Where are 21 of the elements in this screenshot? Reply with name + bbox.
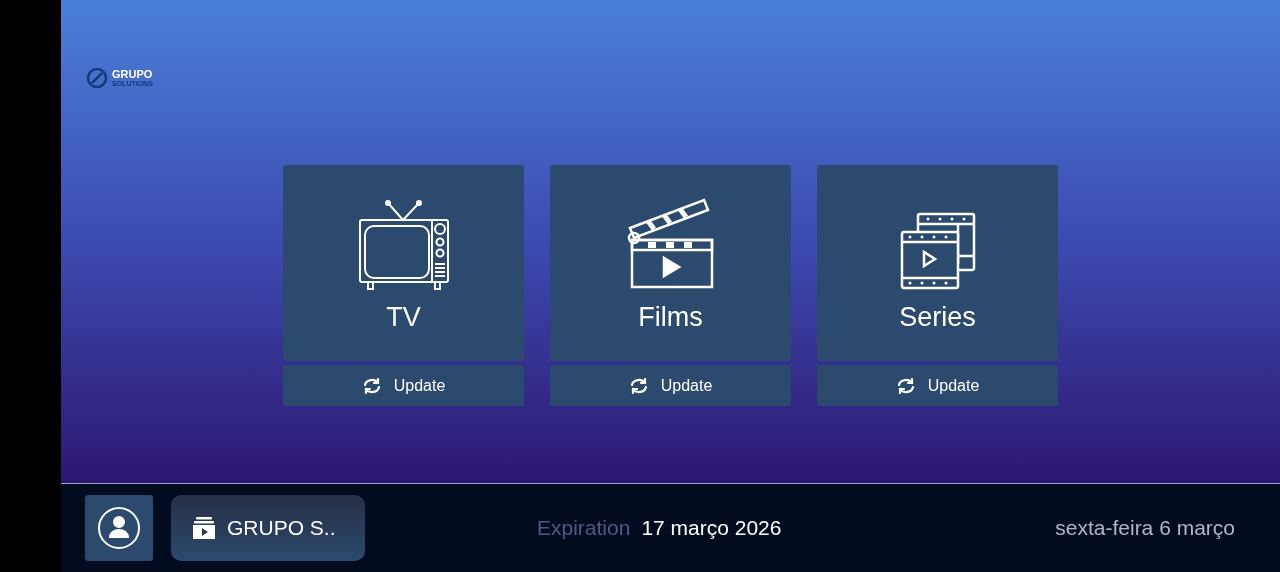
playlist-icon	[193, 517, 215, 539]
update-button[interactable]: Update	[550, 365, 791, 406]
category-tile[interactable]: Series	[817, 165, 1058, 361]
update-button[interactable]: Update	[283, 365, 524, 406]
playlist-button[interactable]: GRUPO S..	[171, 495, 365, 561]
film-reels-icon	[899, 212, 976, 290]
user-icon	[97, 506, 141, 550]
tv-icon	[357, 200, 450, 290]
refresh-icon	[361, 376, 382, 395]
logo-icon	[86, 66, 108, 89]
refresh-icon	[895, 376, 916, 395]
clapperboard-icon	[625, 198, 716, 290]
refresh-icon	[628, 376, 649, 395]
expiration-label: Expiration	[537, 515, 631, 542]
profile-button[interactable]	[85, 495, 153, 561]
update-button[interactable]: Update	[817, 365, 1058, 406]
category-tile[interactable]: Films	[550, 165, 791, 361]
logo-text: GRUPO	[112, 68, 153, 80]
current-date: sexta-feira 6 março	[1055, 515, 1235, 542]
category-tile[interactable]: TV	[283, 165, 524, 361]
expiration-date: 17 março 2026	[641, 515, 782, 542]
